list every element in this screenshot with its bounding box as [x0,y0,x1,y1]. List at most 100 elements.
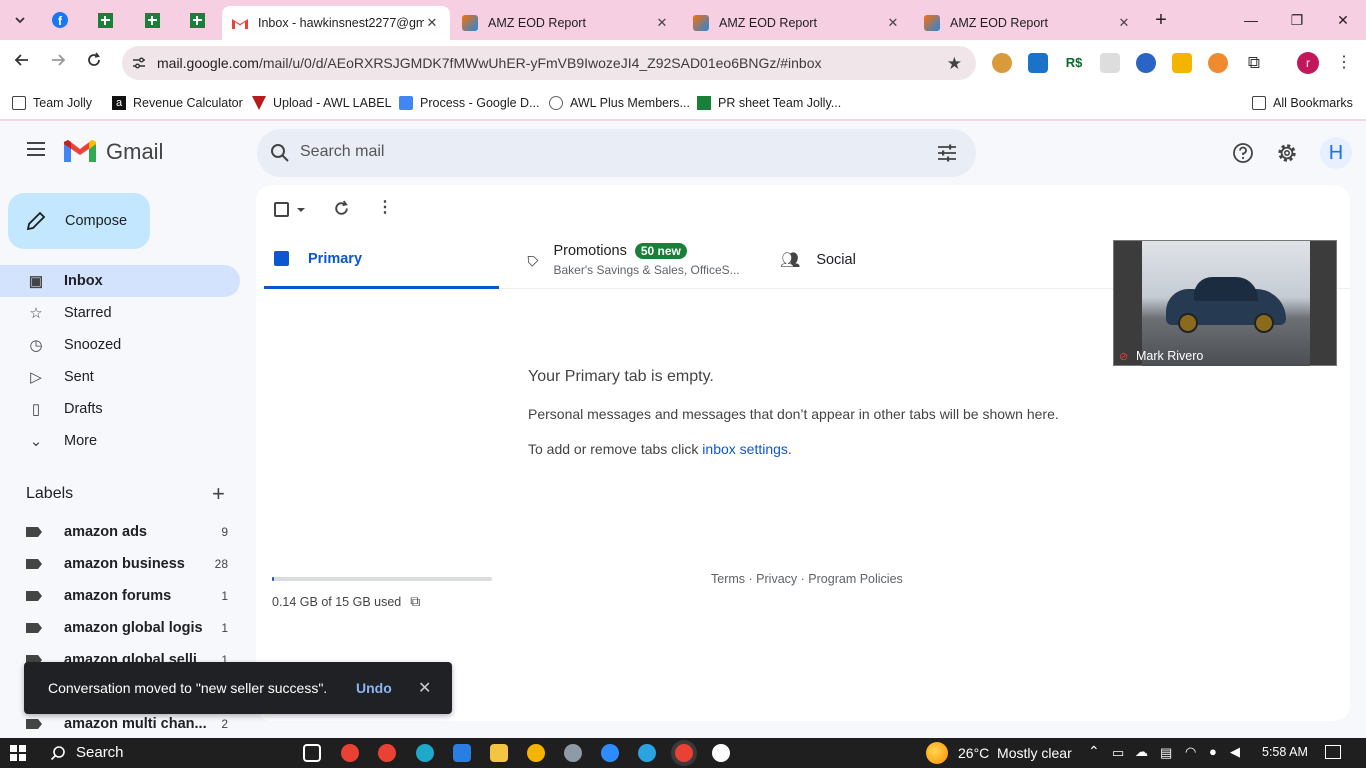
chrome-icon[interactable] [527,744,545,762]
bookmark-star-icon[interactable]: ★ [947,54,962,74]
extension-icon-rs[interactable]: R$ [1064,53,1084,73]
pinned-tab-facebook[interactable]: f [48,8,72,32]
extensions-puzzle-icon[interactable]: ⧉ [1244,53,1264,73]
bookmark-link[interactable]: a Revenue Calculator [112,92,243,114]
search-options-icon[interactable] [937,143,957,168]
refresh-icon[interactable] [333,200,350,222]
close-icon[interactable]: ✕ [418,678,431,698]
undo-button[interactable]: Undo [356,680,392,696]
file-explorer-icon[interactable] [490,744,508,762]
slack-icon[interactable] [564,744,582,762]
zoom-icon[interactable] [601,744,619,762]
close-icon[interactable]: ✕ [654,15,670,31]
taskbar-search[interactable]: Search [50,744,124,761]
bookmark-link[interactable]: PR sheet Team Jolly... [697,92,841,114]
restore-button[interactable]: ❐ [1282,8,1312,32]
add-label-icon[interactable]: + [212,481,225,507]
extension-icon-2[interactable] [1028,53,1048,73]
address-bar[interactable]: mail.google.com/mail/u/0/d/AEoRXRSJGMDK7… [122,46,976,80]
tab-amz-eod-report-3[interactable]: AMZ EOD Report ✕ [914,6,1142,40]
settings-gear-icon[interactable] [1276,142,1298,169]
taskbar-app-tray-icon[interactable]: ▤ [1160,745,1172,761]
app-icon[interactable] [712,744,730,762]
pinned-tab-sheets-3[interactable] [185,8,209,32]
browser-menu-icon[interactable]: ⋮ [1334,53,1354,73]
cloud-icon[interactable]: ☁ [1135,744,1148,760]
bookmark-link[interactable]: Process - Google D... [399,92,540,114]
telegram-icon[interactable] [638,744,656,762]
reload-button[interactable] [81,50,107,76]
pinned-tab-sheets-2[interactable] [140,8,164,32]
tab-gmail-inbox[interactable]: Inbox - hawkinsnest2277@gm ✕ [222,6,450,40]
video-call-window[interactable]: ⊘ Mark Rivero [1113,240,1337,366]
compose-button[interactable]: Compose [8,193,150,249]
pinned-tab-sheets-1[interactable] [93,8,117,32]
chevron-up-icon[interactable]: ⌃ [1088,743,1100,760]
microphone-icon[interactable]: ● [1209,744,1217,759]
extension-icon-6[interactable] [1172,53,1192,73]
back-button[interactable] [9,50,35,76]
volume-icon[interactable]: ◀ [1230,744,1240,760]
search-bar[interactable]: Search mail [257,129,976,177]
storage-usage[interactable]: 0.14 GB of 15 GB used ⧉ [272,593,420,610]
bookmark-link[interactable]: Upload - AWL LABEL [252,92,392,114]
extension-icon-7[interactable] [1208,53,1228,73]
notifications-icon[interactable] [1325,745,1341,759]
extension-icon-1[interactable] [992,53,1012,73]
forward-button[interactable] [45,50,71,76]
wifi-icon[interactable]: ◠ [1185,744,1196,760]
chrome-icon[interactable] [341,744,359,762]
bookmark-link[interactable]: AWL Plus Members... [549,92,690,114]
more-options-icon[interactable]: ⋮ [377,197,393,217]
tab-primary[interactable]: Primary [264,231,499,289]
tab-promotions[interactable]: ⌂ Promotions 50 new Baker's Savings & Sa… [520,231,766,289]
windows-start-icon[interactable] [10,745,26,761]
tab-amz-eod-report-1[interactable]: AMZ EOD Report ✕ [452,6,680,40]
close-icon[interactable]: ✕ [1116,15,1132,31]
store-icon[interactable] [453,744,471,762]
tab-social[interactable]: 👥︎ Social [780,231,980,289]
nav-drafts[interactable]: ▯ Drafts [0,393,240,425]
close-icon[interactable]: ✕ [885,15,901,31]
chrome-icon-active[interactable] [675,744,693,762]
extension-icon-4[interactable] [1100,53,1120,73]
label-item[interactable]: amazon business 28 [0,550,240,578]
privacy-link[interactable]: Privacy [756,572,797,586]
nav-snoozed[interactable]: ◷ Snoozed [0,329,240,361]
extension-icon-5[interactable] [1136,53,1156,73]
minimize-button[interactable]: — [1236,8,1266,32]
label-item[interactable]: amazon global logis 1 [0,614,240,642]
close-icon[interactable]: ✕ [424,15,440,31]
weather-text[interactable]: 26°C Mostly clear [958,745,1072,761]
label-item[interactable]: amazon multi chan... 2 [0,710,240,738]
weather-moon-icon[interactable] [926,742,948,764]
program-policies-link[interactable]: Program Policies [808,572,902,586]
edge-icon[interactable] [416,744,434,762]
terms-link[interactable]: Terms [711,572,745,586]
close-window-button[interactable]: ✕ [1328,8,1358,32]
new-tab-button[interactable]: + [1146,8,1176,32]
label-item[interactable]: amazon ads 9 [0,518,240,546]
nav-sent[interactable]: ▷ Sent [0,361,240,393]
bookmark-folder[interactable]: Team Jolly [12,92,92,114]
chrome-icon[interactable] [378,744,396,762]
inbox-settings-link[interactable]: inbox settings [702,441,788,457]
clock-time[interactable]: 5:58 AM [1262,745,1308,759]
site-settings-icon[interactable] [131,55,147,76]
task-view-icon[interactable] [303,744,321,762]
label-item[interactable]: amazon forums 1 [0,582,240,610]
tab-search-button[interactable] [8,8,32,32]
nav-inbox[interactable]: ▣ Inbox [0,265,240,297]
tab-amz-eod-report-2[interactable]: AMZ EOD Report ✕ [683,6,911,40]
select-all-checkbox[interactable] [274,202,306,217]
search-input[interactable]: Search mail [300,143,384,161]
account-avatar[interactable]: H [1320,137,1352,169]
profile-avatar[interactable]: r [1297,52,1319,74]
system-tray-icon[interactable]: ▭ [1112,745,1124,761]
empty-state-text: Personal messages and messages that don’… [528,406,1059,422]
nav-more[interactable]: ⌄ More [0,425,240,457]
search-icon[interactable] [270,143,290,168]
nav-starred[interactable]: ☆ Starred [0,297,240,329]
help-icon[interactable] [1232,142,1254,169]
all-bookmarks[interactable]: All Bookmarks [1252,92,1353,114]
